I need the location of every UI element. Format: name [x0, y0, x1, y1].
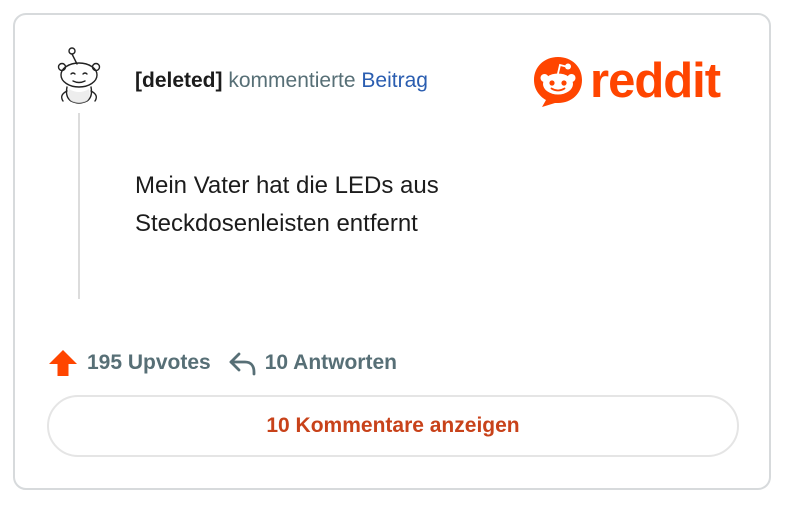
- comment-line: Steckdosenleisten entfernt: [135, 210, 418, 237]
- upvotes-stat[interactable]: 195 Upvotes: [47, 348, 211, 378]
- action-text: kommentierte: [228, 69, 356, 92]
- comment-embed-card: [deleted] kommentierte Beitrag reddit Me…: [13, 13, 771, 490]
- upvote-arrow-icon: [49, 350, 77, 376]
- view-comments-button[interactable]: 10 Kommentare anzeigen: [47, 395, 739, 457]
- reddit-snoo-icon: [534, 57, 582, 107]
- replies-count: 10 Antworten: [264, 351, 397, 374]
- replies-stat[interactable]: 10 Antworten: [227, 349, 397, 377]
- thread-line: [78, 113, 80, 299]
- comment-stats: 195 Upvotes 10 Antworten: [47, 347, 397, 379]
- avatar[interactable]: [53, 45, 105, 109]
- deleted-user-snoo-icon: [57, 47, 101, 104]
- reddit-wordmark: reddit: [590, 54, 721, 108]
- comment-header: [deleted] kommentierte Beitrag: [135, 67, 428, 95]
- username[interactable]: [deleted]: [135, 69, 223, 92]
- post-link[interactable]: Beitrag: [361, 69, 428, 92]
- reddit-logo[interactable]: reddit: [530, 53, 721, 109]
- comment-line: Mein Vater hat die LEDs aus: [135, 172, 439, 199]
- upvotes-count: 195 Upvotes: [87, 351, 211, 374]
- reply-arrow-icon: [229, 352, 256, 376]
- comment-body: Mein Vater hat die LEDs aus Steckdosenle…: [135, 167, 655, 243]
